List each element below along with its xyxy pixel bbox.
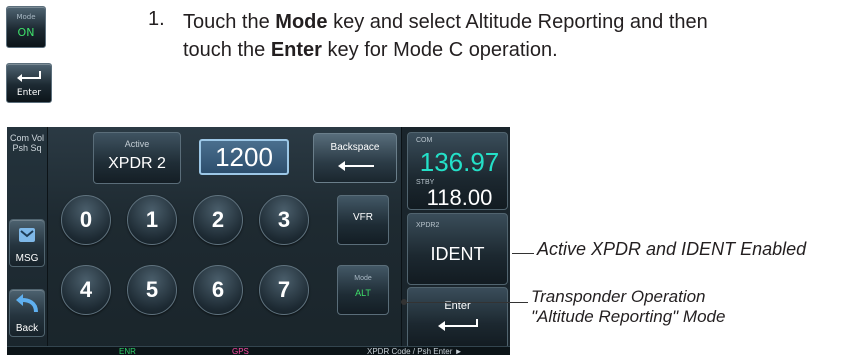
step-text-part: key for Mode C operation. — [321, 39, 558, 61]
enter-key-label: Enter — [16, 88, 42, 98]
back-button[interactable]: Back — [9, 289, 45, 337]
xpdr-panel-label: XPDR2 — [416, 222, 440, 229]
step-text: Touch the Mode key and select Altitude R… — [183, 8, 849, 64]
keypad-key-6[interactable]: 6 — [193, 265, 243, 315]
mode-alt-state: ALT — [355, 288, 371, 298]
ident-label: IDENT — [430, 244, 485, 264]
callout-active-ident: Active XPDR and IDENT Enabled — [537, 239, 807, 259]
left-column: Com Vol Psh Sq MSG Back — [7, 127, 48, 355]
msg-button[interactable]: MSG — [9, 219, 45, 267]
msg-label: MSG — [15, 253, 39, 264]
callout-leader-2 — [406, 302, 528, 303]
right-column: COM 136.97 STBY 118.00 XPDR2 IDENT Enter — [401, 127, 510, 355]
step-text-part: touch the — [183, 39, 271, 61]
status-hint: XPDR Code / Psh Enter ► — [367, 347, 463, 355]
vfr-label: VFR — [353, 212, 373, 223]
vfr-button[interactable]: VFR — [337, 195, 389, 245]
active-xpdr-button[interactable]: Active XPDR 2 — [93, 132, 181, 184]
active-label: Active — [124, 139, 150, 149]
mode-alt-button[interactable]: Mode ALT — [337, 265, 389, 315]
com-volume-line2: Psh Sq — [12, 143, 42, 153]
step-number: 1. — [148, 8, 165, 30]
keypad-key-1[interactable]: 1 — [127, 195, 177, 245]
com-frequency-button[interactable]: COM 136.97 STBY 118.00 — [407, 132, 508, 210]
back-label: Back — [15, 323, 39, 334]
callout-operation-line1: Transponder Operation — [531, 287, 706, 306]
keypad-key-5[interactable]: 5 — [127, 265, 177, 315]
com-volume-label: Com Vol Psh Sq — [7, 133, 47, 153]
keypad-key-4[interactable]: 4 — [61, 265, 111, 315]
com-active-frequency: 136.97 — [419, 147, 500, 177]
active-xpdr-value: XPDR 2 — [108, 155, 166, 172]
mode-key-icon: Mode ON — [6, 6, 46, 48]
callout-operation-line2: "Altitude Reporting" Mode — [531, 307, 726, 326]
enter-button[interactable]: Enter — [407, 287, 508, 349]
keypad-key-3[interactable]: 3 — [259, 195, 309, 245]
transponder-screen: Com Vol Psh Sq MSG Back Active XPDR 2 12… — [7, 127, 510, 355]
mode-key-small-label: Mode — [16, 13, 36, 21]
status-enr: ENR — [119, 347, 136, 355]
callout-operation: Transponder Operation "Altitude Reportin… — [531, 287, 725, 327]
mode-key-state: ON — [17, 26, 35, 39]
mode-alt-small-label: Mode — [354, 275, 372, 282]
xpdr-ident-button[interactable]: XPDR2 IDENT — [407, 213, 508, 285]
keypad-key-7[interactable]: 7 — [259, 265, 309, 315]
mode-key-ref: Mode — [275, 11, 328, 33]
msg-icon — [19, 228, 35, 242]
status-bar: ENR GPS XPDR Code / Psh Enter ► — [7, 346, 510, 355]
backspace-label: Backspace — [330, 142, 380, 153]
step-text-part: key and select Altitude Reporting and th… — [327, 11, 708, 33]
squawk-code-field[interactable]: 1200 — [199, 139, 289, 175]
backspace-arrow-icon — [338, 161, 374, 171]
backspace-button[interactable]: Backspace — [313, 133, 397, 183]
enter-key-ref: Enter — [270, 39, 322, 61]
com-standby-frequency: 118.00 — [426, 185, 493, 210]
step-text-part: Touch the — [183, 11, 276, 33]
keypad-key-0[interactable]: 0 — [61, 195, 111, 245]
com-label: COM — [416, 137, 433, 144]
enter-key-icon: Enter — [6, 63, 52, 103]
com-volume-line1: Com Vol — [9, 133, 44, 143]
status-gps: GPS — [232, 347, 249, 355]
keypad-key-2[interactable]: 2 — [193, 195, 243, 245]
enter-arrow-icon — [438, 319, 478, 331]
enter-arrow-icon — [17, 71, 41, 82]
callout-leader-1 — [512, 253, 534, 254]
back-arrow-icon — [16, 294, 38, 313]
